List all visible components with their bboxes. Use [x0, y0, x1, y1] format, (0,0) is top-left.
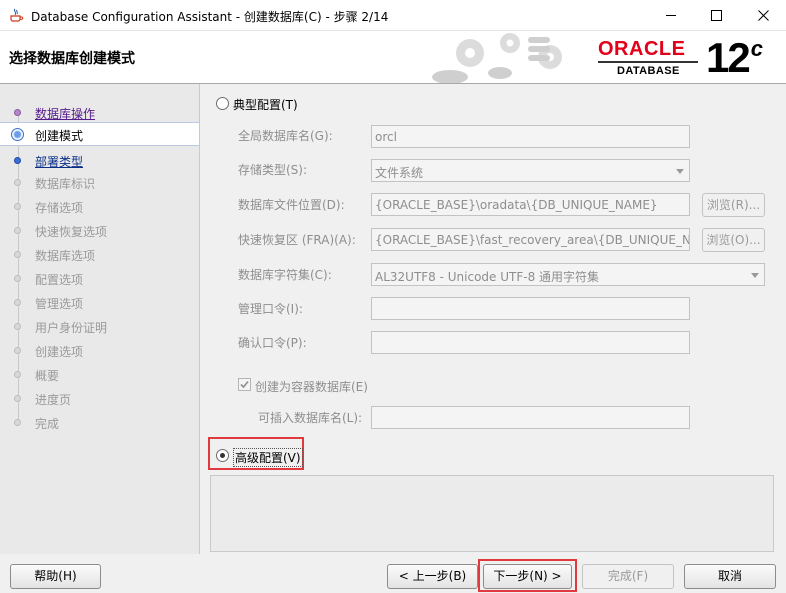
oracle-database-label: DATABASE — [617, 65, 680, 77]
checkmark-icon — [240, 380, 249, 389]
step-label: 创建选项 — [35, 345, 84, 359]
step-next-icon — [14, 157, 21, 164]
step-pending-icon — [14, 395, 21, 402]
step-pending-icon — [14, 179, 21, 186]
window-titlebar: Database Configuration Assistant - 创建数据库… — [0, 0, 786, 31]
description-area — [210, 475, 774, 552]
version-number: 12 — [706, 34, 751, 81]
oracle-database-logo: ORACLE DATABASE — [598, 38, 703, 78]
step-fast-recovery: 快速恢复选项 — [0, 219, 199, 241]
fra-input[interactable]: {ORACLE_BASE}\fast_recovery_area\{DB_UNI… — [371, 228, 690, 251]
step-config-options: 配置选项 — [0, 267, 199, 289]
storage-type-label: 存储类型(S): — [238, 163, 308, 177]
step-db-operation[interactable]: 数据库操作 — [0, 101, 199, 123]
global-db-name-label: 全局数据库名(G): — [238, 129, 333, 143]
step-management-options: 管理选项 — [0, 291, 199, 313]
charset-select[interactable]: AL32UTF8 - Unicode UTF-8 通用字符集 — [371, 263, 765, 286]
container-db-label[interactable]: 创建为容器数据库(E) — [255, 378, 368, 395]
step-db-identification: 数据库标识 — [0, 171, 199, 193]
step-label: 概要 — [35, 369, 60, 383]
back-button[interactable]: < 上一步(B) — [387, 564, 478, 589]
admin-password-label: 管理口令(I): — [238, 302, 303, 316]
version-logo: 12c — [706, 34, 763, 82]
pdb-name-input[interactable] — [371, 406, 690, 429]
chevron-down-icon — [676, 169, 684, 174]
help-button[interactable]: 帮助(H) — [10, 564, 101, 589]
close-button[interactable] — [740, 0, 786, 31]
step-pending-icon — [14, 371, 21, 378]
cancel-button[interactable]: 取消 — [684, 564, 776, 589]
finish-button[interactable]: 完成(F) — [582, 564, 674, 589]
typical-config-radio[interactable] — [216, 97, 229, 110]
header-banner: 选择数据库创建模式 ORACLE DATABASE 12c — [0, 31, 786, 84]
global-db-name-input[interactable]: orcl — [371, 125, 690, 148]
minimize-button[interactable] — [648, 0, 694, 31]
browse-db-file-button[interactable]: 浏览(R)... — [702, 193, 765, 217]
step-pending-icon — [14, 203, 21, 210]
step-deployment-type[interactable]: 部署类型 — [0, 149, 199, 171]
db-file-location-input[interactable]: {ORACLE_BASE}\oradata\{DB_UNIQUE_NAME} — [371, 193, 690, 216]
step-finish: 完成 — [0, 411, 199, 433]
step-user-credentials: 用户身份证明 — [0, 315, 199, 337]
advanced-config-radio[interactable] — [216, 449, 229, 462]
step-label: 创建模式 — [35, 129, 84, 143]
step-label: 完成 — [35, 417, 60, 431]
step-pending-icon — [14, 323, 21, 330]
step-label: 配置选项 — [35, 273, 84, 287]
step-pending-icon — [14, 227, 21, 234]
chevron-down-icon — [751, 273, 759, 278]
step-pending-icon — [14, 275, 21, 282]
charset-value: AL32UTF8 - Unicode UTF-8 通用字符集 — [375, 270, 600, 284]
next-button[interactable]: 下一步(N) > — [483, 564, 572, 589]
step-creation-mode: 创建模式 — [0, 122, 199, 146]
main-content: 典型配置(T) 全局数据库名(G): orcl 存储类型(S): 文件系统 数据… — [200, 84, 786, 554]
java-app-icon — [10, 8, 24, 22]
step-label: 快速恢复选项 — [35, 225, 108, 239]
charset-label: 数据库字符集(C): — [238, 268, 332, 282]
step-label: 存储选项 — [35, 201, 84, 215]
step-pending-icon — [14, 251, 21, 258]
maximize-icon — [710, 10, 722, 21]
close-icon — [757, 10, 769, 21]
typical-config-label[interactable]: 典型配置(T) — [233, 96, 298, 113]
page-title: 选择数据库创建模式 — [9, 51, 135, 67]
step-label: 数据库标识 — [35, 177, 96, 191]
pdb-name-label: 可插入数据库名(L): — [258, 411, 363, 425]
step-progress: 进度页 — [0, 387, 199, 409]
confirm-password-input[interactable] — [371, 331, 690, 354]
step-storage-options: 存储选项 — [0, 195, 199, 217]
step-label: 管理选项 — [35, 297, 84, 311]
step-db-options: 数据库选项 — [0, 243, 199, 265]
fra-label: 快速恢复区 (FRA)(A): — [238, 233, 356, 247]
step-done-icon — [14, 109, 21, 116]
step-label: 数据库操作 — [35, 107, 96, 121]
advanced-config-label[interactable]: 高级配置(V) — [233, 448, 303, 467]
step-pending-icon — [14, 299, 21, 306]
confirm-password-label: 确认口令(P): — [238, 336, 307, 350]
oracle-underline — [598, 61, 698, 63]
step-label: 数据库选项 — [35, 249, 96, 263]
admin-password-input[interactable] — [371, 297, 690, 320]
version-suffix: c — [750, 36, 763, 61]
button-bar: 帮助(H) < 上一步(B) 下一步(N) > 完成(F) 取消 — [0, 554, 786, 593]
step-label: 用户身份证明 — [35, 321, 108, 335]
gears-decoration-icon — [432, 33, 562, 83]
db-file-location-label: 数据库文件位置(D): — [238, 198, 345, 212]
step-label: 进度页 — [35, 393, 72, 407]
minimize-icon — [665, 15, 676, 16]
window-title: Database Configuration Assistant - 创建数据库… — [31, 10, 389, 24]
step-pending-icon — [14, 419, 21, 426]
storage-type-value: 文件系统 — [375, 166, 424, 180]
step-pending-icon — [14, 347, 21, 354]
step-creation-options: 创建选项 — [0, 339, 199, 361]
browse-fra-button[interactable]: 浏览(O)... — [702, 228, 765, 252]
container-db-checkbox[interactable] — [238, 378, 251, 391]
storage-type-select[interactable]: 文件系统 — [371, 159, 690, 182]
step-current-icon — [11, 128, 24, 141]
steps-panel: 数据库操作 创建模式 部署类型 数据库标识 存储选项 快速恢复选项 数据库选项 … — [0, 84, 200, 554]
maximize-button[interactable] — [693, 0, 739, 31]
step-summary: 概要 — [0, 363, 199, 385]
oracle-wordmark: ORACLE — [598, 38, 686, 60]
step-label: 部署类型 — [35, 155, 84, 169]
